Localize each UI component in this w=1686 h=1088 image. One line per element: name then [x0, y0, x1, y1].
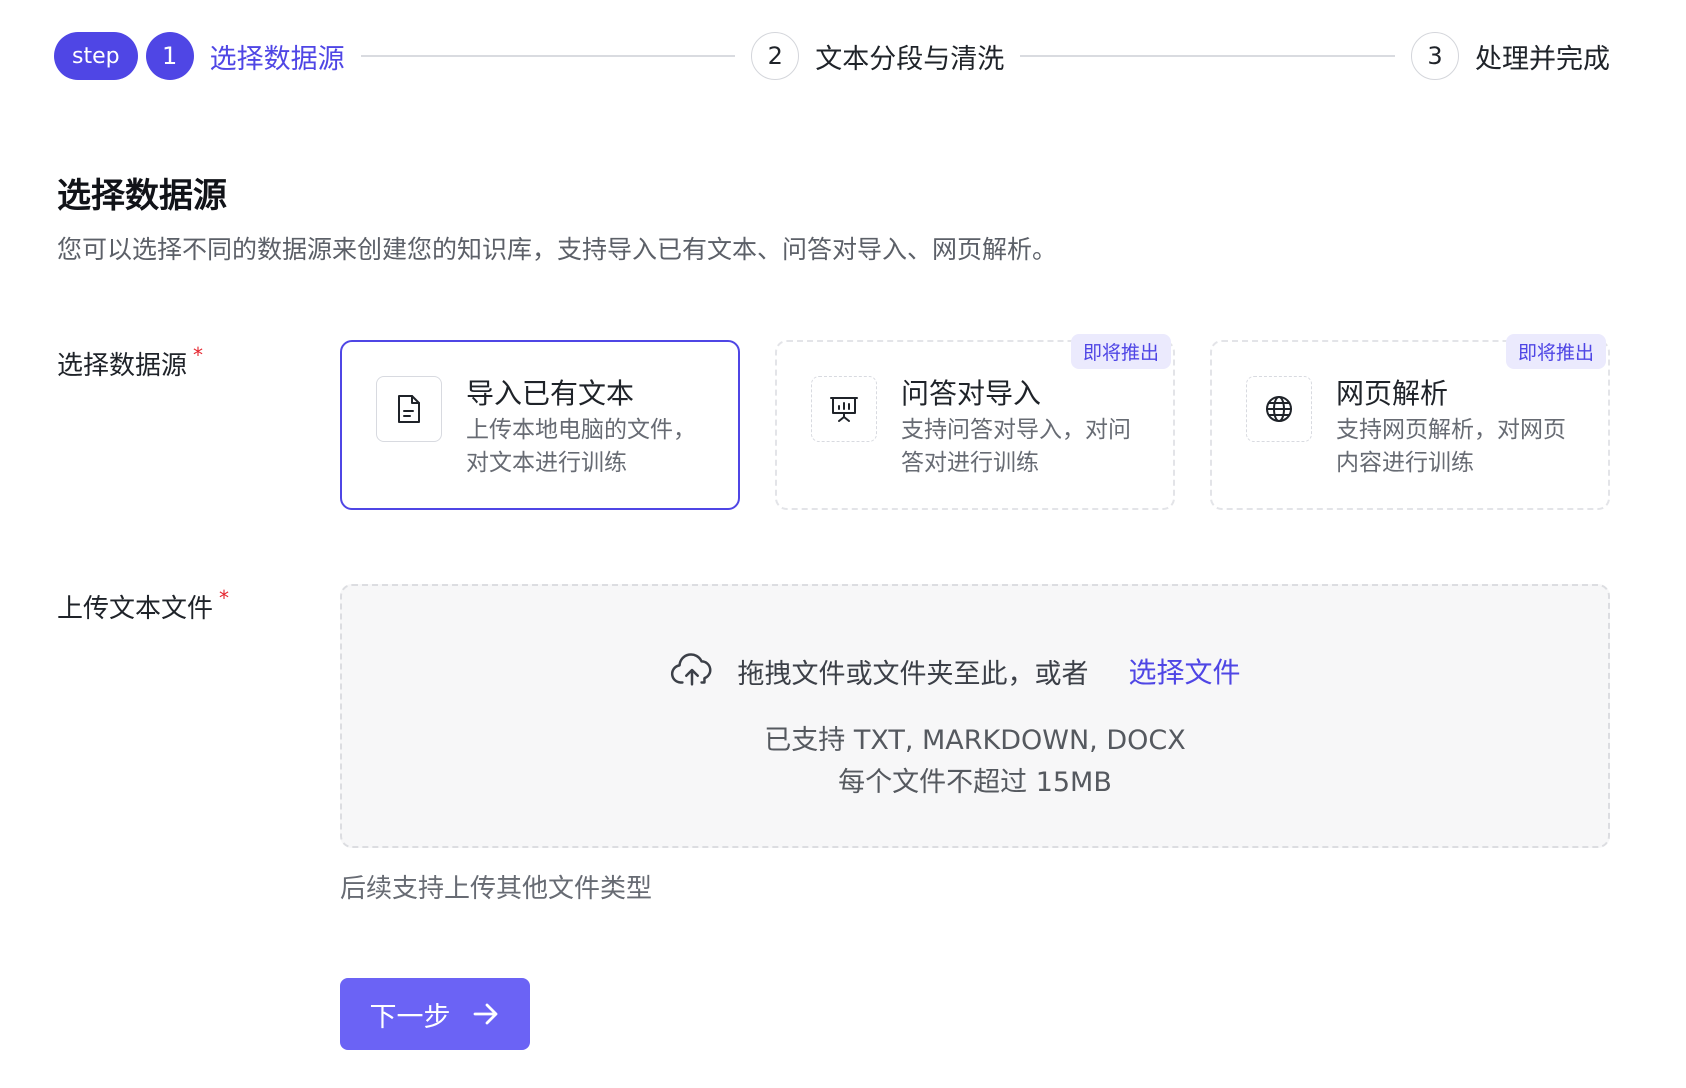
step-tag: step: [54, 32, 138, 80]
globe-icon: [1246, 376, 1312, 442]
dropzone-prompt: 拖拽文件或文件夹至此，或者 选择文件: [342, 648, 1608, 694]
step-1-label: 选择数据源: [209, 43, 345, 75]
required-mark: *: [219, 586, 230, 610]
page-description: 您可以选择不同的数据源来创建您的知识库，支持导入已有文本、问答对导入、网页解析。: [57, 235, 1058, 264]
cloud-upload-icon: [671, 653, 712, 686]
option-description: 支持网页解析，对网页内容进行训练: [1336, 417, 1566, 476]
select-file-link[interactable]: 选择文件: [1128, 651, 1240, 691]
source-field-label: 选择数据源 *: [57, 343, 204, 382]
arrow-right-icon: [473, 1003, 497, 1025]
next-step-button[interactable]: 下一步: [340, 978, 530, 1050]
upload-label-text: 上传文本文件: [57, 594, 214, 624]
option-description: 支持问答对导入，对问答对进行训练: [901, 417, 1131, 476]
upload-field-label: 上传文本文件 *: [57, 586, 230, 625]
option-title: 导入已有文本: [466, 377, 635, 410]
page-title: 选择数据源: [57, 176, 227, 216]
file-dropzone[interactable]: 拖拽文件或文件夹至此，或者 选择文件 已支持 TXT, MARKDOWN, DO…: [340, 584, 1610, 848]
dropzone-text: 拖拽文件或文件夹至此，或者: [737, 658, 1089, 690]
option-description: 上传本地电脑的文件，对文本进行训练: [466, 417, 696, 476]
source-option-import-text[interactable]: 导入已有文本 上传本地电脑的文件，对文本进行训练: [340, 340, 740, 510]
step-1-number: 1: [145, 32, 194, 80]
next-step-label: 下一步: [369, 1001, 451, 1033]
source-options: 导入已有文本 上传本地电脑的文件，对文本进行训练 即将推出 问答对导入 支持问答…: [340, 334, 1610, 510]
step-3-label: 处理并完成: [1475, 43, 1610, 75]
step-connector: [360, 55, 736, 57]
option-title: 网页解析: [1336, 377, 1449, 410]
document-icon: [376, 376, 442, 442]
coming-soon-badge: 即将推出: [1505, 334, 1606, 369]
upload-hint: 后续支持上传其他文件类型: [340, 874, 653, 904]
option-title: 问答对导入: [901, 377, 1042, 410]
step-2-label: 文本分段与清洗: [815, 43, 1005, 75]
source-option-web-parse[interactable]: 即将推出 网页解析 支持网页解析，对网页内容进行训练: [1210, 334, 1610, 510]
source-label-text: 选择数据源: [57, 351, 188, 381]
supported-formats: 已支持 TXT, MARKDOWN, DOCX: [764, 725, 1186, 756]
file-size-limit: 每个文件不超过 15MB: [838, 767, 1112, 798]
coming-soon-badge: 即将推出: [1070, 334, 1171, 369]
step-2-number: 2: [751, 32, 800, 80]
step-3-number: 3: [1411, 32, 1459, 80]
presentation-chart-icon: [811, 376, 877, 442]
step-connector: [1020, 55, 1395, 57]
source-option-qa-import[interactable]: 即将推出 问答对导入 支持问答对导入，对问答对进行训练: [775, 334, 1175, 510]
required-mark: *: [193, 343, 204, 367]
stepper: step 1 选择数据源 2 文本分段与清洗 3 处理并完成: [54, 30, 1610, 82]
create-knowledge-base-page: step 1 选择数据源 2 文本分段与清洗 3 处理并完成 选择数据源 您可以…: [0, 0, 1686, 1088]
